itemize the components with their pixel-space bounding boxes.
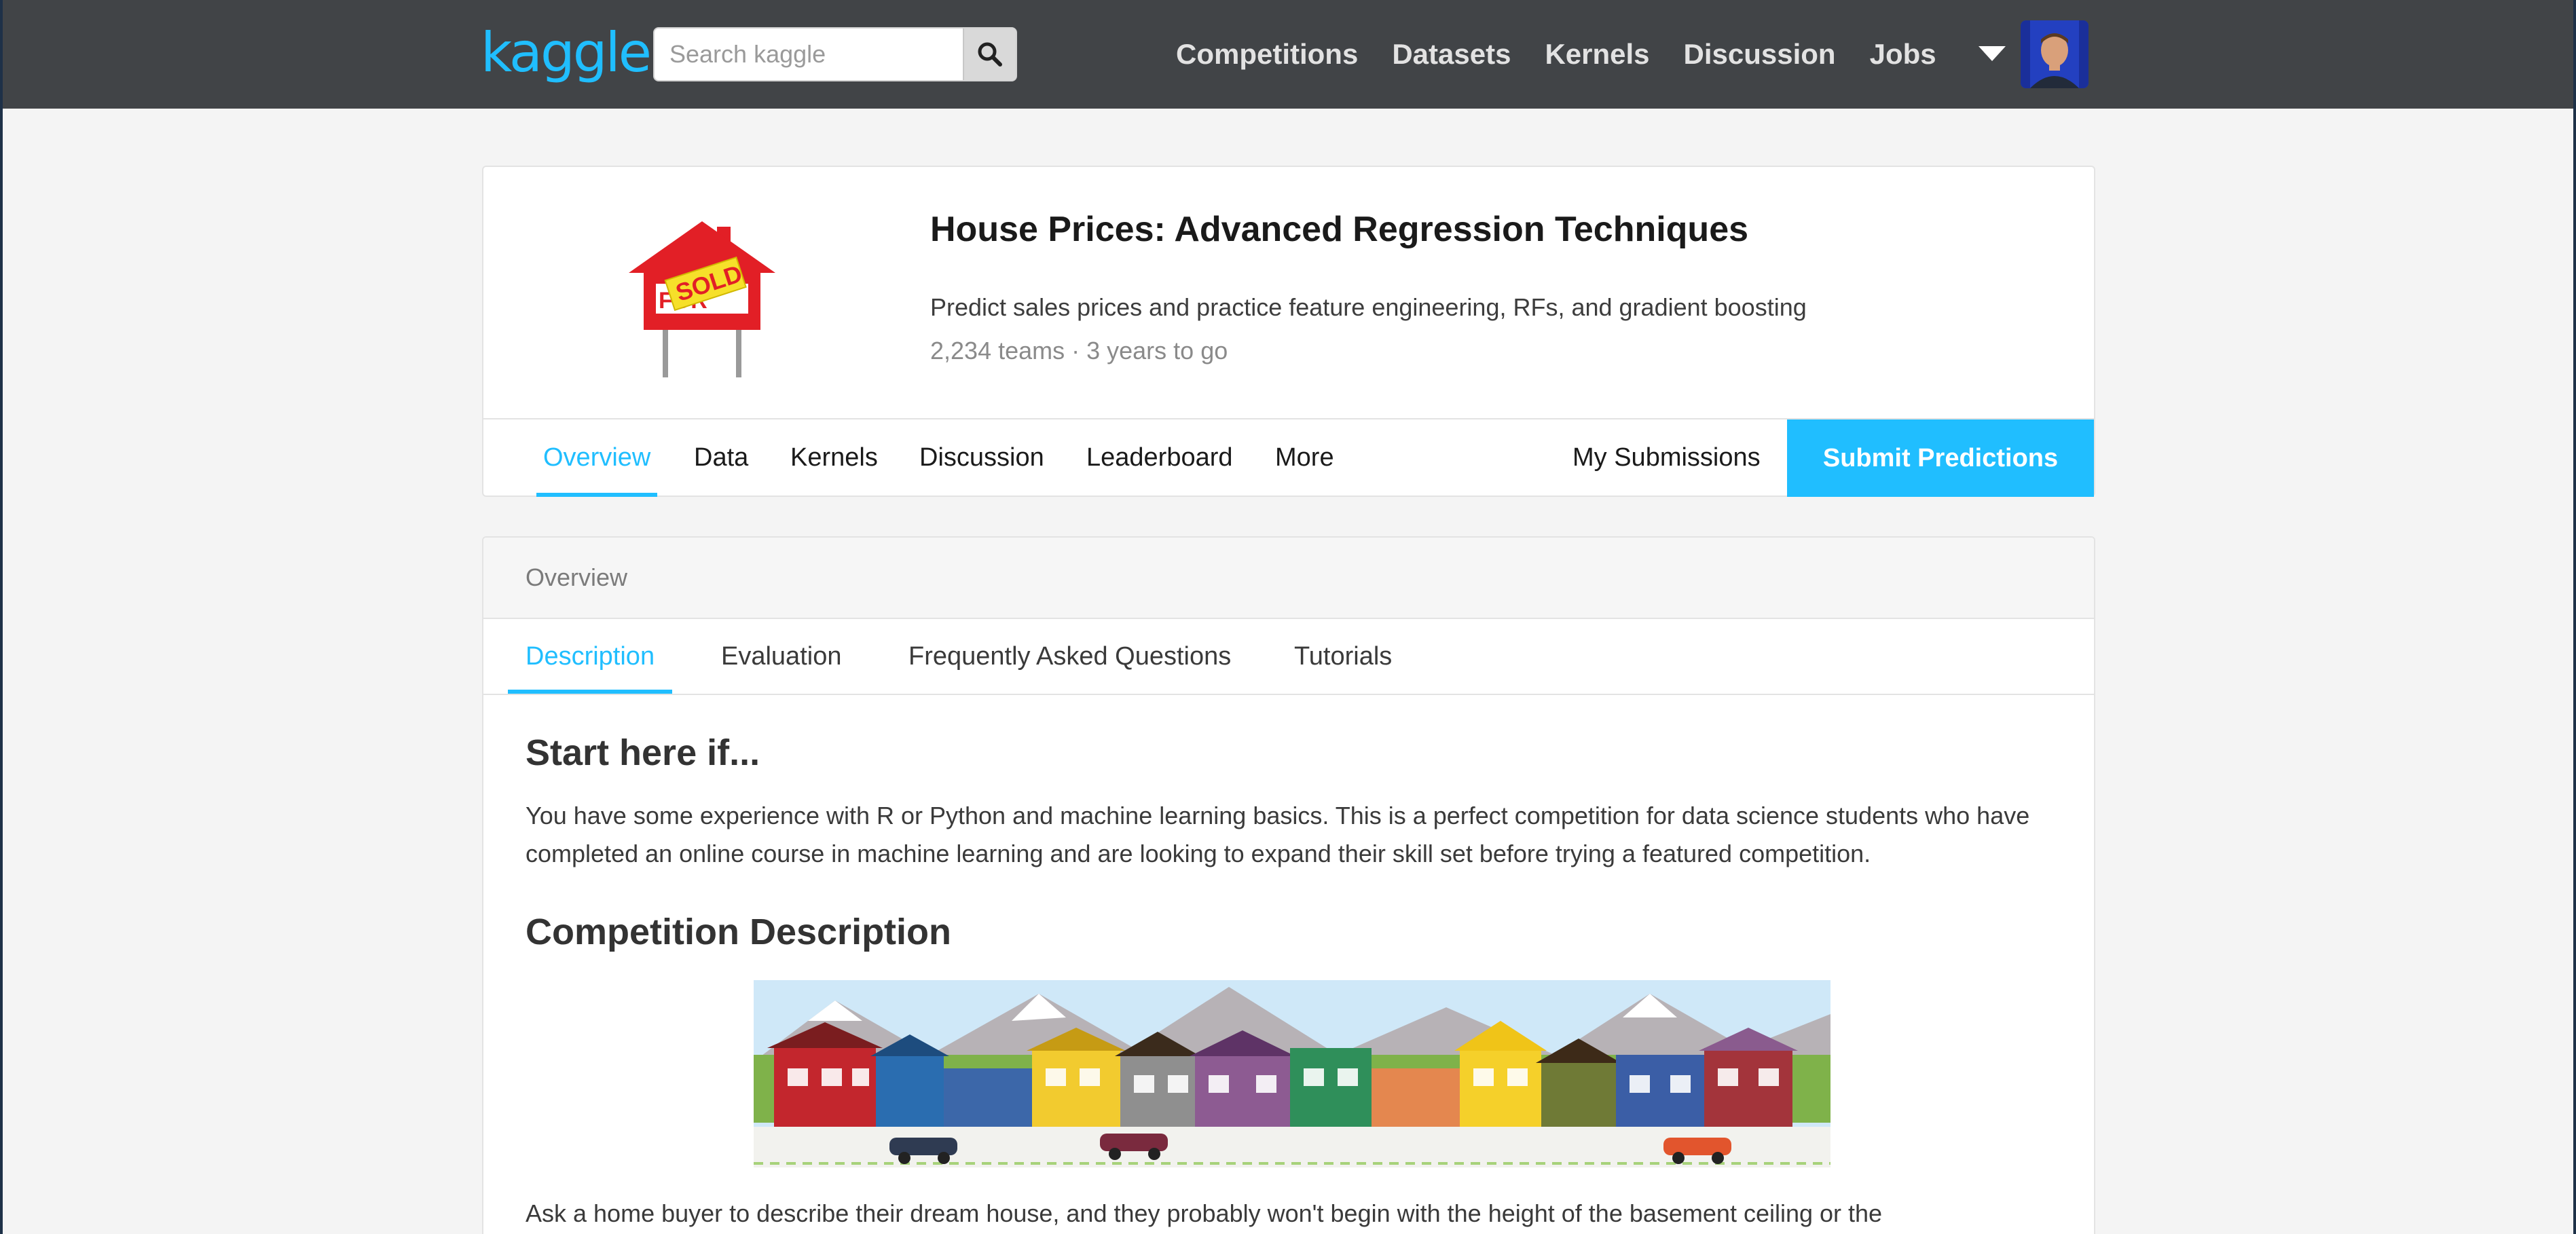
account-dropdown-icon[interactable] (1979, 46, 2006, 61)
tab-data[interactable]: Data (694, 419, 748, 497)
competition-header: FOR SOLD House Prices: Advanced Regressi… (482, 166, 2095, 497)
subtab-tutorials[interactable]: Tutorials (1294, 619, 1392, 694)
search-icon (978, 42, 1002, 67)
competition-meta: 2,234 teams · 3 years to go (930, 337, 1228, 364)
overview-header-label: Overview (526, 563, 628, 591)
subtab-evaluation[interactable]: Evaluation (721, 619, 841, 694)
tab-discussion[interactable]: Discussion (919, 419, 1044, 497)
search-button[interactable] (963, 29, 1016, 80)
tab-kernels[interactable]: Kernels (790, 419, 878, 497)
competition-subtitle: Predict sales prices and practice featur… (930, 293, 1807, 321)
my-submissions-link[interactable]: My Submissions (1572, 419, 1761, 497)
paragraph-competition-description: Ask a home buyer to describe their dream… (526, 1199, 1883, 1227)
heading-start-here: Start here if... (526, 732, 760, 773)
nav-kernels[interactable]: Kernels (1545, 38, 1649, 71)
search-input[interactable] (655, 29, 964, 80)
nav-jobs[interactable]: Jobs (1870, 38, 1936, 71)
nav-discussion[interactable]: Discussion (1684, 38, 1836, 71)
subtab-faq[interactable]: Frequently Asked Questions (908, 619, 1231, 694)
houses-banner-image (754, 980, 1830, 1167)
avatar-image (2021, 20, 2089, 88)
overview-content: Overview Description Evaluation Frequent… (482, 536, 2095, 1234)
nav-datasets[interactable]: Datasets (1392, 38, 1511, 71)
competition-title: House Prices: Advanced Regression Techni… (930, 210, 1749, 249)
tab-leaderboard[interactable]: Leaderboard (1086, 419, 1233, 497)
paragraph-start-here: You have some experience with R or Pytho… (526, 802, 2030, 867)
search-box (653, 27, 1017, 81)
subtab-description[interactable]: Description (508, 619, 673, 694)
tab-more[interactable]: More (1275, 419, 1334, 497)
nav-competitions[interactable]: Competitions (1176, 38, 1358, 71)
main-nav: Competitions Datasets Kernels Discussion… (1176, 0, 1970, 109)
tab-overview[interactable]: Overview (536, 419, 658, 497)
top-navbar: kaggle Competitions Datasets Kernels Dis… (3, 0, 2573, 109)
overview-header: Overview (483, 538, 2094, 619)
browser-window: kaggle Competitions Datasets Kernels Dis… (3, 0, 2573, 1234)
submit-predictions-button[interactable]: Submit Predictions (1787, 419, 2094, 497)
competition-logo: FOR SOLD (627, 219, 790, 377)
kaggle-logo[interactable]: kaggle (481, 19, 652, 87)
heading-competition-description: Competition Description (526, 912, 952, 952)
competition-tabs: Overview Data Kernels Discussion Leaderb… (483, 418, 2094, 497)
overview-subtabs: Description Evaluation Frequently Asked … (483, 619, 2094, 695)
user-avatar[interactable] (2021, 20, 2089, 88)
